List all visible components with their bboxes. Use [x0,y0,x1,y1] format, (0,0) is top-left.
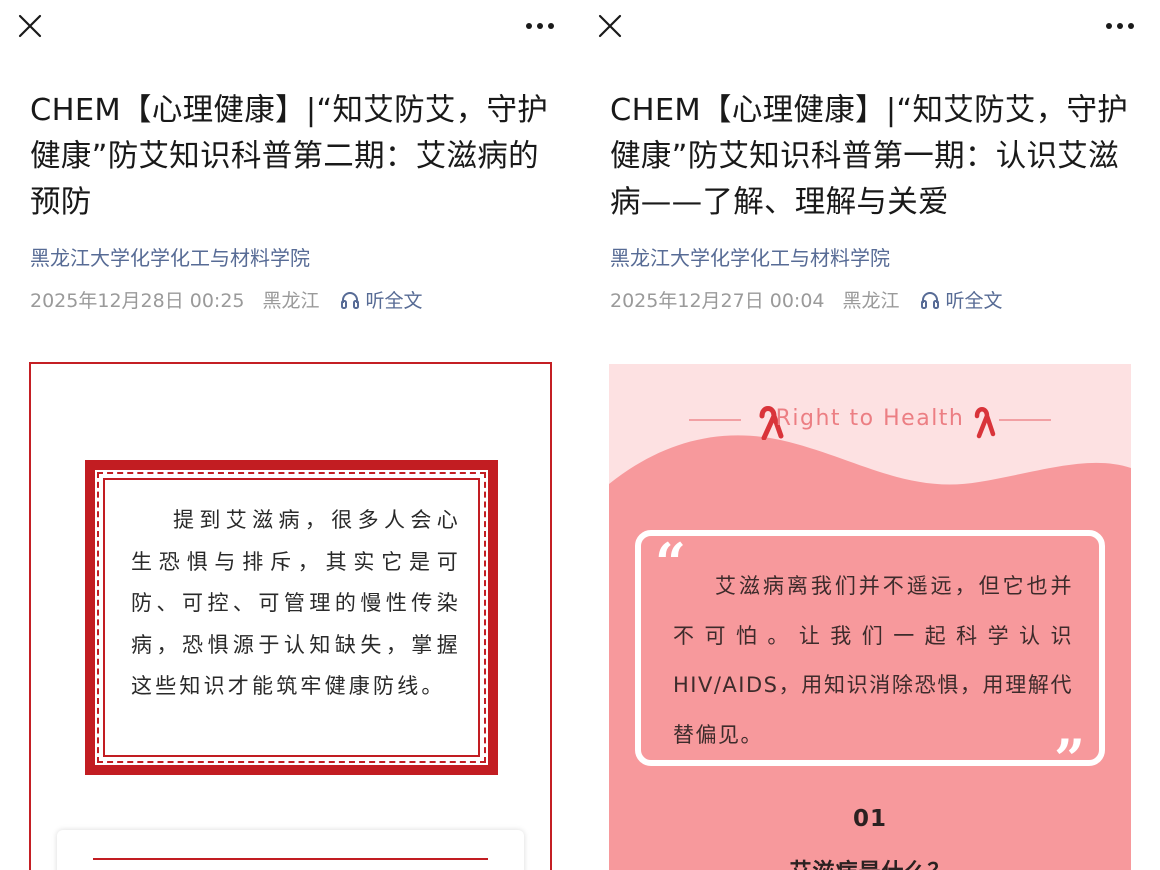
publish-date: 2025年12月27日 00:04 [610,290,825,312]
intro-quote-text: 艾滋病离我们并不遥远，但它也并不可怕。让我们一起科学认识HIV/AIDS，用知识… [673,574,1073,747]
account-name-link[interactable]: 黑龙江大学化学化工与材料学院 [30,242,310,271]
publish-location: 黑龙江 [842,290,900,312]
card-divider [93,858,488,860]
listen-button[interactable]: 听全文 [340,286,423,313]
more-icon[interactable] [1104,14,1136,38]
article-title: CHEM【心理健康】|“知艾防艾，守护健康”防艾知识科普第二期：艾滋病的预防 [30,93,549,220]
article-meta: 2025年12月28日 00:25 黑龙江 听全文 [30,286,423,313]
article-pane-right: CHEM【心理健康】|“知艾防艾，守护健康”防艾知识科普第一期：认识艾滋病——了… [580,0,1160,870]
listen-label: 听全文 [365,290,423,312]
publish-date: 2025年12月28日 00:25 [30,290,245,312]
close-quote-icon: ” [1053,727,1085,791]
close-icon[interactable] [596,12,624,40]
article-cover-image: Right to Health “ 艾滋病离我们并不遥远，但它也并不可怕。让我们… [609,364,1131,870]
publish-location: 黑龙江 [262,290,320,312]
quote-frame: 提到艾滋病，很多人会心生恐惧与排斥，其实它是可防、可控、可管理的慢性传染病，恐惧… [85,460,498,775]
article-meta: 2025年12月27日 00:04 黑龙江 听全文 [610,286,1003,313]
article-pane-left: CHEM【心理健康】|“知艾防艾，守护健康”防艾知识科普第二期：艾滋病的预防 黑… [0,0,580,870]
intro-quote-text: 提到艾滋病，很多人会心生恐惧与排斥，其实它是可防、可控、可管理的慢性传染病，恐惧… [131,508,461,698]
section-title: 艾滋病是什么？ [609,854,1131,870]
section-number: 01 [852,806,887,832]
frame-inner-border: 提到艾滋病，很多人会心生恐惧与排斥，其实它是可防、可控、可管理的慢性传染病，恐惧… [103,478,480,757]
listen-label: 听全文 [945,290,1003,312]
headphones-icon [340,291,359,309]
banner-text: Right to Health [775,406,965,431]
headphones-icon [920,291,939,309]
listen-button[interactable]: 听全文 [920,286,1003,313]
close-icon[interactable] [16,12,44,40]
article-cover-image: 提到艾滋病，很多人会心生恐惧与排斥，其实它是可防、可控、可管理的慢性传染病，恐惧… [29,362,552,870]
account-name-link[interactable]: 黑龙江大学化学化工与材料学院 [610,242,890,271]
article-title: CHEM【心理健康】|“知艾防艾，守护健康”防艾知识科普第一期：认识艾滋病——了… [610,93,1129,220]
content-card [57,830,524,870]
more-icon[interactable] [524,14,556,38]
quote-box: “ 艾滋病离我们并不遥远，但它也并不可怕。让我们一起科学认识HIV/AIDS，用… [635,530,1105,786]
